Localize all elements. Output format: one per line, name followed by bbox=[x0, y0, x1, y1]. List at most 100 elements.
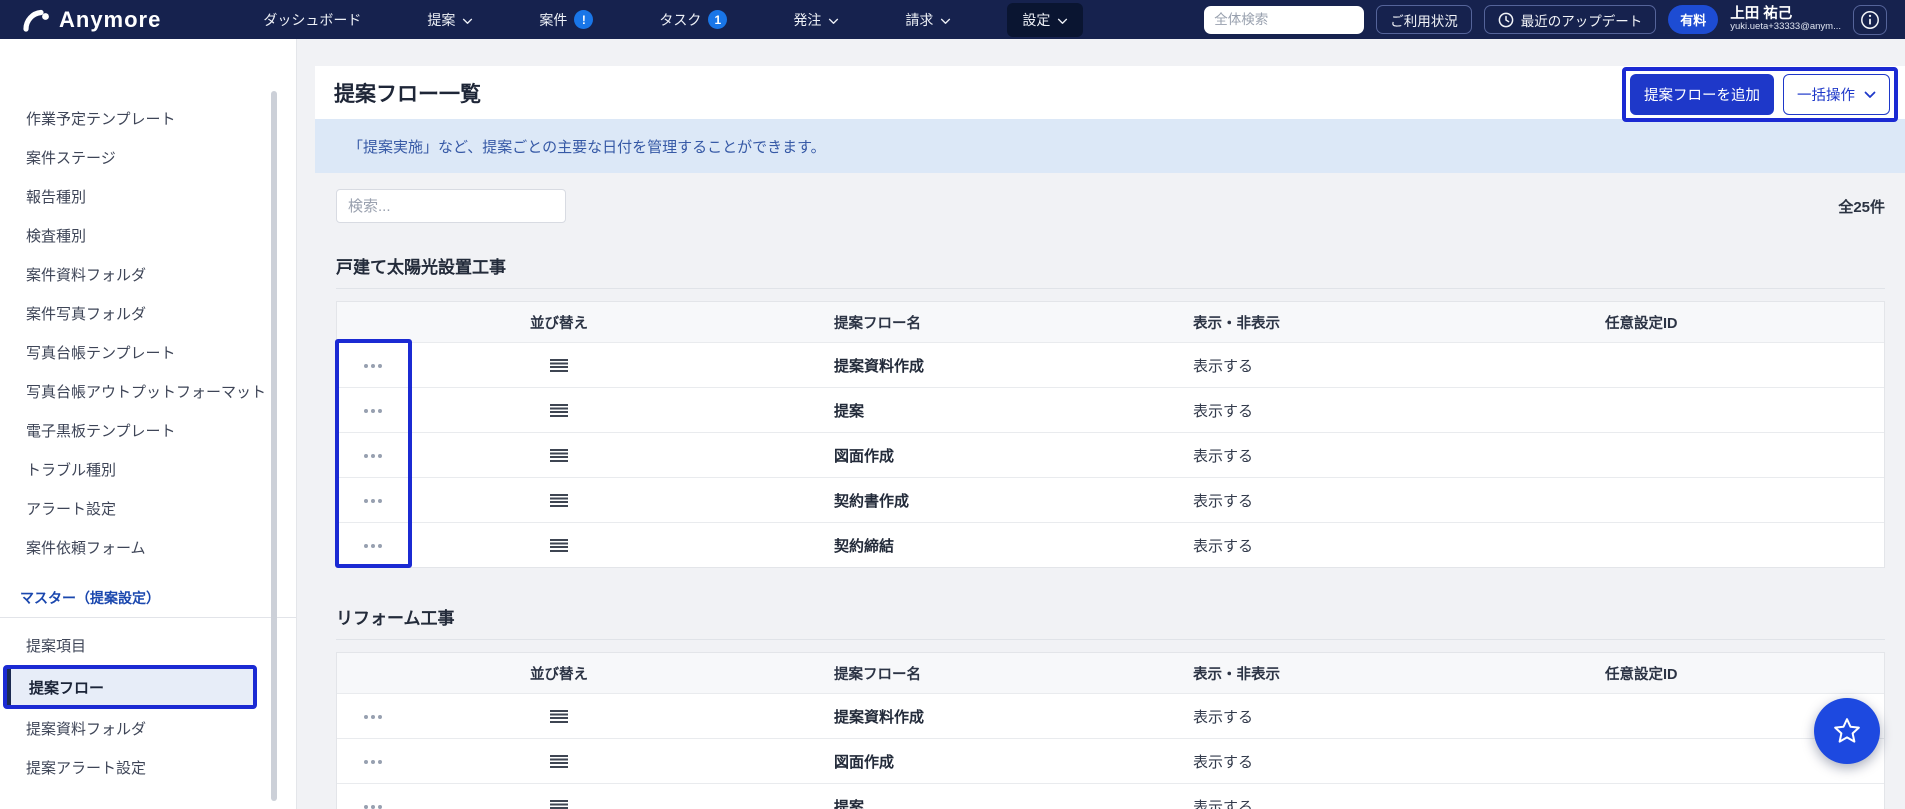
ellipsis-icon bbox=[364, 498, 368, 503]
sidebar-item-work-schedule-template[interactable]: 作業予定テンプレート bbox=[0, 99, 296, 138]
app-logo[interactable]: Anymore bbox=[21, 6, 161, 33]
nav-item-label: 設定 bbox=[1022, 11, 1051, 28]
content-area: 全25件 戸建て太陽光設置工事並び替え提案フロー名表示・非表示任意設定ID提案資… bbox=[315, 189, 1905, 809]
header-cell-flow-name: 提案フロー名 bbox=[834, 315, 921, 332]
nav-item-task[interactable]: タスク 1 bbox=[649, 3, 737, 37]
drag-handle-icon[interactable] bbox=[550, 800, 568, 809]
nav-item-settings[interactable]: 設定 bbox=[1007, 2, 1084, 37]
header-cell-sort: 並び替え bbox=[530, 315, 588, 332]
nav-item-order[interactable]: 発注 bbox=[783, 3, 849, 37]
clock-icon bbox=[1498, 12, 1514, 27]
sidebar-item-electronic-blackboard-template[interactable]: 電子黒板テンプレート bbox=[0, 411, 296, 450]
plan-badge: 有料 bbox=[1668, 5, 1719, 34]
sidebar-item-alert-setting[interactable]: アラート設定 bbox=[0, 489, 296, 528]
sidebar-item-photo-ledger-template[interactable]: 写真台帳テンプレート bbox=[0, 333, 296, 372]
ellipsis-icon bbox=[364, 714, 368, 719]
ellipsis-icon bbox=[364, 759, 368, 764]
info-button[interactable] bbox=[1853, 4, 1887, 35]
table-header-row: 並び替え 提案フロー名 表示・非表示 任意設定ID bbox=[337, 302, 1884, 342]
bulk-actions-button[interactable]: 一括操作 bbox=[1783, 74, 1890, 115]
page-title: 提案フロー一覧 bbox=[334, 82, 481, 106]
usage-status-button[interactable]: ご利用状況 bbox=[1376, 5, 1472, 34]
row-menu-button[interactable] bbox=[337, 478, 409, 523]
row-visibility: 表示する bbox=[1193, 493, 1254, 510]
user-email: yuki.ueta+33333@anym... bbox=[1730, 22, 1841, 33]
row-visibility: 表示する bbox=[1193, 358, 1254, 375]
chevron-down-icon bbox=[462, 12, 473, 28]
add-proposal-flow-button[interactable]: 提案フローを追加 bbox=[1630, 74, 1774, 115]
row-menu-button[interactable] bbox=[337, 433, 409, 478]
drag-handle-icon[interactable] bbox=[550, 494, 568, 507]
drag-handle-icon[interactable] bbox=[550, 755, 568, 768]
sidebar-item-report-type[interactable]: 報告種別 bbox=[0, 177, 296, 216]
recent-updates-button[interactable]: 最近のアップデート bbox=[1483, 5, 1657, 34]
row-menu-cell bbox=[337, 739, 409, 784]
total-count: 全25件 bbox=[1838, 198, 1885, 216]
row-menu-button[interactable] bbox=[337, 694, 409, 739]
sidebar-item-trouble-type[interactable]: トラブル種別 bbox=[0, 450, 296, 489]
user-menu[interactable]: 上田 祐己 yuki.ueta+33333@anym... bbox=[1730, 6, 1841, 34]
sidebar-item-proposal-document-folder[interactable]: 提案資料フォルダ bbox=[0, 709, 296, 748]
nav-item-proposal[interactable]: 提案 bbox=[417, 3, 483, 37]
row-sort-cell bbox=[409, 449, 709, 462]
row-menu-button[interactable] bbox=[337, 523, 409, 568]
main-content: 提案フロー一覧 提案フローを追加 一括操作 「提案実施」など、提案ごとの主要な日… bbox=[297, 39, 1905, 809]
row-visibility: 表示する bbox=[1193, 799, 1254, 809]
nav-item-project[interactable]: 案件! bbox=[529, 3, 603, 37]
row-flow-name: 提案 bbox=[834, 403, 865, 420]
sidebar-item-project-photo-folder[interactable]: 案件写真フォルダ bbox=[0, 294, 296, 333]
row-menu-button[interactable] bbox=[337, 388, 409, 433]
nav-item-label: ダッシュボード bbox=[263, 11, 362, 28]
section-title: リフォーム工事 bbox=[336, 609, 455, 628]
logo-swoosh-icon bbox=[23, 9, 49, 32]
row-sort-cell bbox=[409, 359, 709, 372]
header-cell-flow-name: 提案フロー名 bbox=[834, 666, 921, 683]
drag-handle-icon[interactable] bbox=[550, 449, 568, 462]
drag-handle-icon[interactable] bbox=[550, 539, 568, 552]
flow-sections: 戸建て太陽光設置工事 並び替え 提案フロー名 表示・非表示 任意設定ID 提案資料作成 表示… bbox=[335, 253, 1885, 809]
row-visibility: 表示する bbox=[1193, 754, 1254, 771]
flow-table: 並び替え 提案フロー名 表示・非表示 任意設定ID 提案資料作成 表示する 図面作成 表示する… bbox=[336, 652, 1885, 809]
row-menu-button[interactable] bbox=[337, 343, 409, 388]
nav-item-label: 請求 bbox=[905, 11, 934, 28]
row-menu-button[interactable] bbox=[337, 739, 409, 784]
sidebar-item-proposal-item[interactable]: 提案項目 bbox=[0, 626, 296, 665]
drag-handle-icon[interactable] bbox=[550, 710, 568, 723]
section-divider bbox=[336, 639, 1885, 640]
row-menu-button[interactable] bbox=[337, 784, 409, 809]
global-search-input[interactable] bbox=[1204, 5, 1365, 34]
row-visibility: 表示する bbox=[1193, 709, 1254, 726]
navbar-right: ご利用状況 最近のアップデート 有料 上田 祐己 yuki.ueta+33333… bbox=[1204, 4, 1887, 35]
drag-handle-icon[interactable] bbox=[550, 359, 568, 372]
sidebar-scrollbar[interactable] bbox=[271, 91, 277, 801]
main-nav: ダッシュボード 提案 案件! タスク 1 発注 請求 設定 bbox=[253, 2, 1084, 37]
sidebar-item-inspection-type[interactable]: 検査種別 bbox=[0, 216, 296, 255]
sidebar-section-header: マスター（提案設定） bbox=[20, 590, 160, 606]
nav-item-label: 発注 bbox=[793, 11, 822, 28]
sidebar-item-photo-ledger-output-format[interactable]: 写真台帳アウトプットフォーマット bbox=[0, 372, 296, 411]
header-cell-custom-id: 任意設定ID bbox=[1605, 315, 1678, 332]
sidebar-item-project-document-folder[interactable]: 案件資料フォルダ bbox=[0, 255, 296, 294]
nav-item-billing[interactable]: 請求 bbox=[895, 3, 961, 37]
table-header-row: 並び替え 提案フロー名 表示・非表示 任意設定ID bbox=[337, 653, 1884, 693]
row-menu-cell bbox=[337, 388, 409, 433]
favorite-fab-button[interactable] bbox=[1814, 698, 1880, 764]
nav-item-label: 案件 bbox=[539, 11, 568, 28]
info-icon bbox=[1861, 10, 1879, 29]
sidebar-item-proposal-flow[interactable]: 提案フロー bbox=[7, 669, 253, 705]
sidebar-item-project-request-form[interactable]: 案件依頼フォーム bbox=[0, 528, 296, 567]
chevron-down-icon bbox=[1864, 91, 1876, 98]
drag-handle-icon[interactable] bbox=[550, 404, 568, 417]
row-flow-name: 図面作成 bbox=[834, 754, 895, 771]
chevron-down-icon bbox=[828, 12, 839, 28]
row-visibility: 表示する bbox=[1193, 538, 1254, 555]
row-sort-cell bbox=[409, 539, 709, 552]
flow-search-input[interactable] bbox=[336, 189, 566, 223]
sidebar-item-proposal-alert-setting[interactable]: 提案アラート設定 bbox=[0, 748, 296, 787]
ellipsis-icon bbox=[364, 408, 368, 413]
nav-item-dashboard[interactable]: ダッシュボード bbox=[253, 3, 371, 37]
sidebar-item-project-stage[interactable]: 案件ステージ bbox=[0, 138, 296, 177]
flow-section-1: リフォーム工事 並び替え 提案フロー名 表示・非表示 任意設定ID 提案資料作成 表示する図… bbox=[336, 604, 1885, 809]
flow-table: 並び替え 提案フロー名 表示・非表示 任意設定ID 提案資料作成 表示する 提案 表示する 図面… bbox=[335, 301, 1885, 568]
